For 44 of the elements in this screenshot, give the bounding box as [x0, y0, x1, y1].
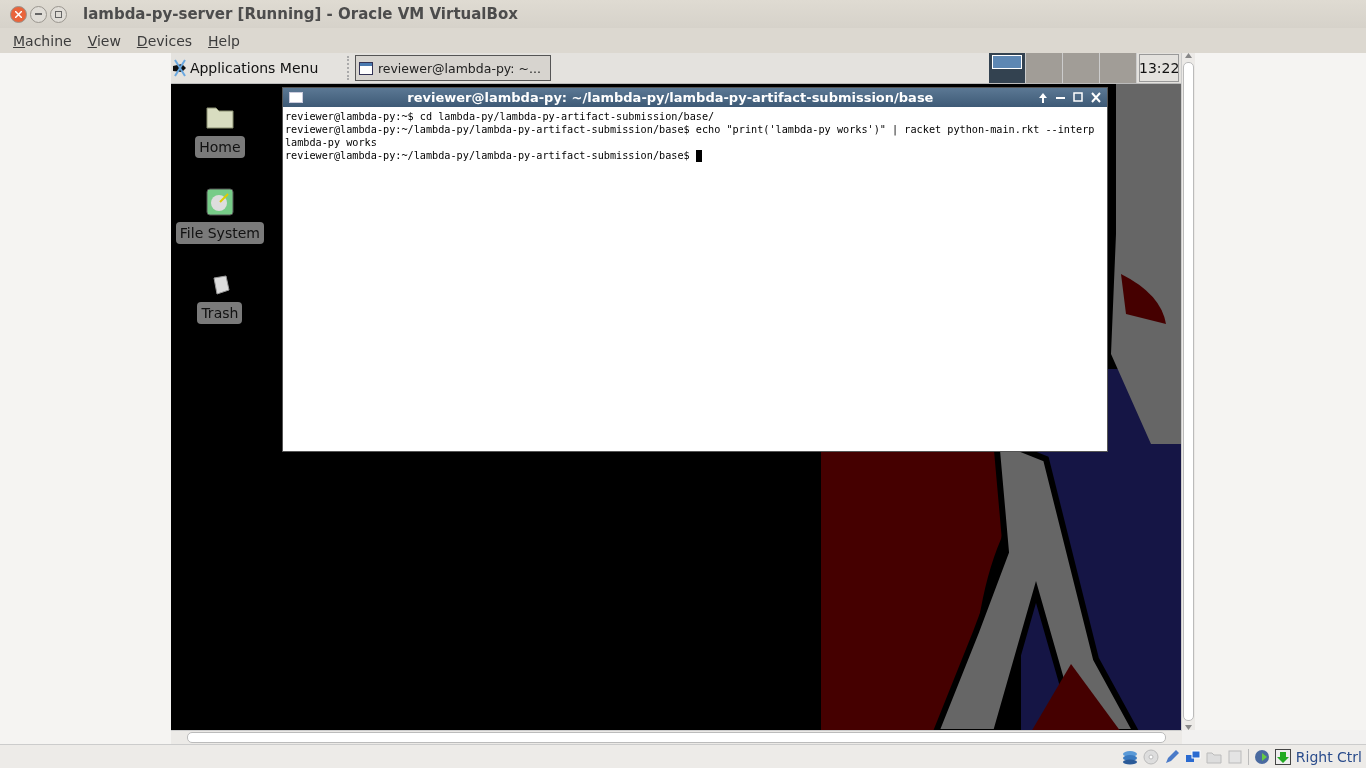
- host-key-label: Right Ctrl: [1295, 748, 1362, 765]
- arrow-up-icon: [1037, 92, 1048, 103]
- applications-menu[interactable]: Applications Menu: [170, 58, 345, 78]
- terminal-line: reviewer@lambda-py:~/lambda-py/lambda-py-artifact-submission/base$ echo "print('lambda-py works')" | racket python-main.rkt --interp: [284, 123, 1095, 136]
- hard-drive-icon: [205, 188, 234, 216]
- close-icon: [15, 10, 22, 18]
- terminal-title: reviewer@lambda-py: ~/lambda-py/lambda-py-artifact-submission/base: [406, 90, 935, 105]
- text-cursor-icon: [695, 149, 702, 162]
- terminal-line: reviewer@lambda-py:~/lambda-py/lambda-py-artifact-submission/base$: [284, 149, 691, 162]
- close-button[interactable]: [10, 5, 27, 23]
- menu-item[interactable]: Machine: [5, 32, 80, 49]
- mouse-icon: [170, 58, 187, 78]
- hard-disk-icon: [1121, 748, 1138, 765]
- menu-item[interactable]: View: [79, 32, 129, 49]
- maximize-icon: [1072, 92, 1083, 103]
- terminal-line: reviewer@lambda-py:~$ cd lambda-py/lambda-py-artifact-submission/base/: [284, 110, 715, 123]
- menu-item[interactable]: Devices: [128, 32, 201, 49]
- download-icon: [1274, 748, 1291, 765]
- close-icon: [1090, 92, 1101, 103]
- window-thumbnail: [992, 55, 1023, 69]
- minimize-icon: [35, 13, 42, 15]
- workspace-button[interactable]: [989, 53, 1027, 83]
- minimize-button[interactable]: [30, 5, 47, 23]
- clock[interactable]: 13:22: [1139, 54, 1180, 82]
- terminal-line: lambda-py works: [284, 136, 377, 149]
- minimize-icon: [1055, 96, 1065, 99]
- folder-icon: [204, 104, 235, 130]
- window-icon: [288, 92, 303, 103]
- desktop-icon-label[interactable]: Home: [195, 136, 245, 158]
- arrow-down-icon: [1185, 725, 1193, 730]
- scrollbar-thumb[interactable]: [187, 732, 1166, 743]
- arrow-up-icon: [1185, 53, 1193, 58]
- maximize-icon: [55, 10, 62, 18]
- maximize-button[interactable]: [50, 5, 67, 23]
- scrollbar-thumb[interactable]: [1183, 62, 1195, 721]
- desktop-icon-label[interactable]: File System: [175, 222, 264, 244]
- network-icon: [1184, 748, 1201, 765]
- pen-icon: [1163, 748, 1180, 765]
- menu-item[interactable]: Help: [200, 32, 248, 49]
- window-icon: [358, 61, 373, 75]
- optical-disc-icon: [1142, 748, 1159, 765]
- taskbar-item[interactable]: reviewer@lambda-py: ~...: [354, 55, 551, 81]
- desktop-icon-label[interactable]: Trash: [197, 302, 243, 324]
- window-title: lambda-py-server [Running] - Oracle VM VirtualBox: [83, 5, 518, 23]
